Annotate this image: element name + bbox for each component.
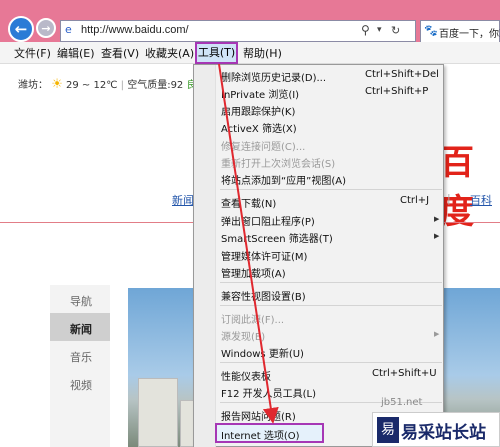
arrow-line bbox=[218, 63, 279, 424]
watermark-logo-icon: 易 bbox=[377, 417, 399, 443]
site-watermark: jb51.net 易 易采站长站 bbox=[372, 397, 500, 447]
watermark-url: jb51.net bbox=[381, 397, 423, 408]
annotation-arrow bbox=[218, 63, 279, 424]
watermark-text: 易采站长站 bbox=[401, 423, 486, 443]
